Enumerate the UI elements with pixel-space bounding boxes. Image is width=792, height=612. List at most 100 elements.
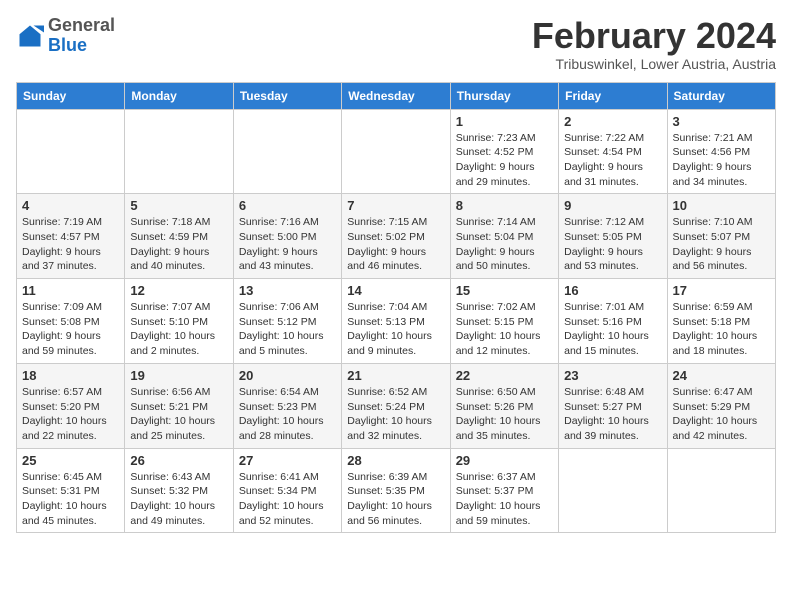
day-number: 21 [347, 368, 444, 383]
month-title: February 2024 [532, 16, 776, 56]
weekday-header: Thursday [450, 82, 558, 109]
calendar-cell: 20 Sunrise: 6:54 AMSunset: 5:23 PMDayligh… [233, 363, 341, 448]
day-info: Sunrise: 7:10 AMSunset: 5:07 PMDaylight:… [673, 215, 770, 274]
calendar-week-row: 25 Sunrise: 6:45 AMSunset: 5:31 PMDayligh… [17, 448, 776, 533]
day-number: 29 [456, 453, 553, 468]
calendar-cell: 28Sunrise: 6:39 AMSunset: 5:35 PMDayligh… [342, 448, 450, 533]
weekday-header: Wednesday [342, 82, 450, 109]
day-info: Sunrise: 7:04 AMSunset: 5:13 PMDaylight:… [347, 300, 444, 359]
day-info: Sunrise: 7:06 AMSunset: 5:12 PMDaylight:… [239, 300, 336, 359]
day-number: 8 [456, 198, 553, 213]
logo-blue: Blue [48, 35, 87, 55]
day-number: 7 [347, 198, 444, 213]
day-info: Sunrise: 6:48 AMSunset: 5:27 PMDaylight:… [564, 385, 661, 444]
calendar-cell: 3 Sunrise: 7:21 AMSunset: 4:56 PMDaylight… [667, 109, 775, 194]
calendar-cell: 26 Sunrise: 6:43 AMSunset: 5:32 PMDayligh… [125, 448, 233, 533]
day-number: 14 [347, 283, 444, 298]
calendar-table: SundayMondayTuesdayWednesdayThursdayFrid… [16, 82, 776, 534]
page-header: General Blue February 2024 Tribuswinkel,… [16, 16, 776, 72]
calendar-cell: 4 Sunrise: 7:19 AMSunset: 4:57 PMDaylight… [17, 194, 125, 279]
day-number: 23 [564, 368, 661, 383]
day-info: Sunrise: 7:19 AMSunset: 4:57 PMDaylight:… [22, 215, 119, 274]
day-info: Sunrise: 6:56 AMSunset: 5:21 PMDaylight:… [130, 385, 227, 444]
calendar-cell: 21 Sunrise: 6:52 AMSunset: 5:24 PMDayligh… [342, 363, 450, 448]
calendar-cell [667, 448, 775, 533]
day-info: Sunrise: 6:59 AMSunset: 5:18 PMDaylight:… [673, 300, 770, 359]
day-number: 27 [239, 453, 336, 468]
calendar-cell: 16 Sunrise: 7:01 AMSunset: 5:16 PMDayligh… [559, 279, 667, 364]
day-number: 9 [564, 198, 661, 213]
day-number: 4 [22, 198, 119, 213]
day-info: Sunrise: 6:45 AMSunset: 5:31 PMDaylight:… [22, 470, 119, 529]
day-info: Sunrise: 7:09 AMSunset: 5:08 PMDaylight:… [22, 300, 119, 359]
day-number: 17 [673, 283, 770, 298]
day-info: Sunrise: 6:37 AMSunset: 5:37 PMDaylight:… [456, 470, 553, 529]
day-number: 6 [239, 198, 336, 213]
day-number: 22 [456, 368, 553, 383]
day-info: Sunrise: 7:12 AMSunset: 5:05 PMDaylight:… [564, 215, 661, 274]
day-number: 11 [22, 283, 119, 298]
day-number: 20 [239, 368, 336, 383]
day-number: 15 [456, 283, 553, 298]
calendar-week-row: 18 Sunrise: 6:57 AMSunset: 5:20 PMDayligh… [17, 363, 776, 448]
calendar-cell: 23 Sunrise: 6:48 AMSunset: 5:27 PMDayligh… [559, 363, 667, 448]
calendar-cell: 8 Sunrise: 7:14 AMSunset: 5:04 PMDaylight… [450, 194, 558, 279]
day-number: 28 [347, 453, 444, 468]
day-info: Sunrise: 7:16 AMSunset: 5:00 PMDaylight:… [239, 215, 336, 274]
calendar-cell [342, 109, 450, 194]
calendar-cell: 25 Sunrise: 6:45 AMSunset: 5:31 PMDayligh… [17, 448, 125, 533]
calendar-cell [17, 109, 125, 194]
day-info: Sunrise: 7:21 AMSunset: 4:56 PMDaylight:… [673, 131, 770, 190]
day-number: 3 [673, 114, 770, 129]
weekday-header: Friday [559, 82, 667, 109]
day-number: 18 [22, 368, 119, 383]
weekday-header: Sunday [17, 82, 125, 109]
day-info: Sunrise: 7:23 AMSunset: 4:52 PMDaylight:… [456, 131, 553, 190]
day-info: Sunrise: 6:47 AMSunset: 5:29 PMDaylight:… [673, 385, 770, 444]
calendar-week-row: 11 Sunrise: 7:09 AMSunset: 5:08 PMDayligh… [17, 279, 776, 364]
calendar-cell: 9 Sunrise: 7:12 AMSunset: 5:05 PMDaylight… [559, 194, 667, 279]
day-info: Sunrise: 6:41 AMSunset: 5:34 PMDaylight:… [239, 470, 336, 529]
day-info: Sunrise: 7:22 AMSunset: 4:54 PMDaylight:… [564, 131, 661, 190]
day-info: Sunrise: 6:52 AMSunset: 5:24 PMDaylight:… [347, 385, 444, 444]
calendar-header-row: SundayMondayTuesdayWednesdayThursdayFrid… [17, 82, 776, 109]
calendar-cell [233, 109, 341, 194]
calendar-cell: 15 Sunrise: 7:02 AMSunset: 5:15 PMDayligh… [450, 279, 558, 364]
weekday-header: Tuesday [233, 82, 341, 109]
day-number: 24 [673, 368, 770, 383]
day-info: Sunrise: 7:02 AMSunset: 5:15 PMDaylight:… [456, 300, 553, 359]
day-number: 25 [22, 453, 119, 468]
calendar-week-row: 4 Sunrise: 7:19 AMSunset: 4:57 PMDaylight… [17, 194, 776, 279]
calendar-cell: 18 Sunrise: 6:57 AMSunset: 5:20 PMDayligh… [17, 363, 125, 448]
day-number: 26 [130, 453, 227, 468]
calendar-cell: 19Sunrise: 6:56 AMSunset: 5:21 PMDayligh… [125, 363, 233, 448]
calendar-cell: 14 Sunrise: 7:04 AMSunset: 5:13 PMDayligh… [342, 279, 450, 364]
day-info: Sunrise: 7:18 AMSunset: 4:59 PMDaylight:… [130, 215, 227, 274]
calendar-cell [125, 109, 233, 194]
calendar-cell [559, 448, 667, 533]
day-info: Sunrise: 6:57 AMSunset: 5:20 PMDaylight:… [22, 385, 119, 444]
calendar-cell: 5Sunrise: 7:18 AMSunset: 4:59 PMDaylight… [125, 194, 233, 279]
day-number: 13 [239, 283, 336, 298]
calendar-cell: 27 Sunrise: 6:41 AMSunset: 5:34 PMDayligh… [233, 448, 341, 533]
logo: General Blue [16, 16, 115, 56]
day-info: Sunrise: 6:54 AMSunset: 5:23 PMDaylight:… [239, 385, 336, 444]
calendar-cell: 1 Sunrise: 7:23 AMSunset: 4:52 PMDaylight… [450, 109, 558, 194]
day-info: Sunrise: 7:01 AMSunset: 5:16 PMDaylight:… [564, 300, 661, 359]
calendar-week-row: 1 Sunrise: 7:23 AMSunset: 4:52 PMDaylight… [17, 109, 776, 194]
day-number: 16 [564, 283, 661, 298]
calendar-cell: 29 Sunrise: 6:37 AMSunset: 5:37 PMDayligh… [450, 448, 558, 533]
calendar-cell: 11 Sunrise: 7:09 AMSunset: 5:08 PMDayligh… [17, 279, 125, 364]
calendar-cell: 13 Sunrise: 7:06 AMSunset: 5:12 PMDayligh… [233, 279, 341, 364]
calendar-cell: 2Sunrise: 7:22 AMSunset: 4:54 PMDaylight… [559, 109, 667, 194]
calendar-cell: 7Sunrise: 7:15 AMSunset: 5:02 PMDaylight… [342, 194, 450, 279]
day-info: Sunrise: 7:14 AMSunset: 5:04 PMDaylight:… [456, 215, 553, 274]
calendar-cell: 10Sunrise: 7:10 AMSunset: 5:07 PMDayligh… [667, 194, 775, 279]
calendar-cell: 6 Sunrise: 7:16 AMSunset: 5:00 PMDaylight… [233, 194, 341, 279]
calendar-cell: 22Sunrise: 6:50 AMSunset: 5:26 PMDayligh… [450, 363, 558, 448]
day-number: 1 [456, 114, 553, 129]
location: Tribuswinkel, Lower Austria, Austria [532, 56, 776, 72]
day-number: 12 [130, 283, 227, 298]
day-info: Sunrise: 6:43 AMSunset: 5:32 PMDaylight:… [130, 470, 227, 529]
calendar-cell: 12Sunrise: 7:07 AMSunset: 5:10 PMDayligh… [125, 279, 233, 364]
